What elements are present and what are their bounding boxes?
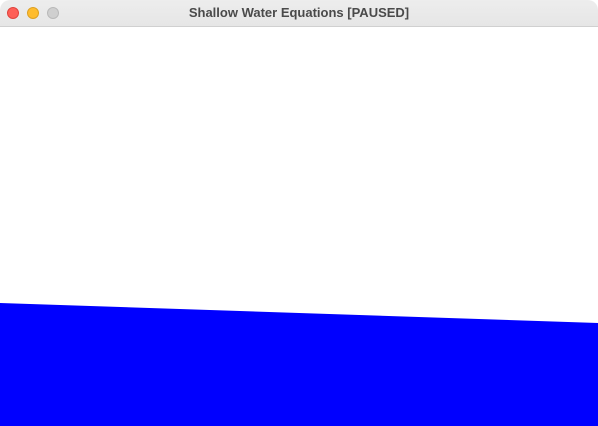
- close-icon[interactable]: [7, 7, 19, 19]
- window-title: Shallow Water Equations [PAUSED]: [188, 5, 410, 20]
- simulation-surface: [0, 27, 598, 426]
- title-bar[interactable]: Shallow Water Equations [PAUSED]: [0, 0, 598, 27]
- app-window: Shallow Water Equations [PAUSED]: [0, 0, 598, 426]
- zoom-icon[interactable]: [47, 7, 59, 19]
- water-body: [0, 303, 598, 426]
- minimize-icon[interactable]: [27, 7, 39, 19]
- simulation-canvas[interactable]: [0, 27, 598, 426]
